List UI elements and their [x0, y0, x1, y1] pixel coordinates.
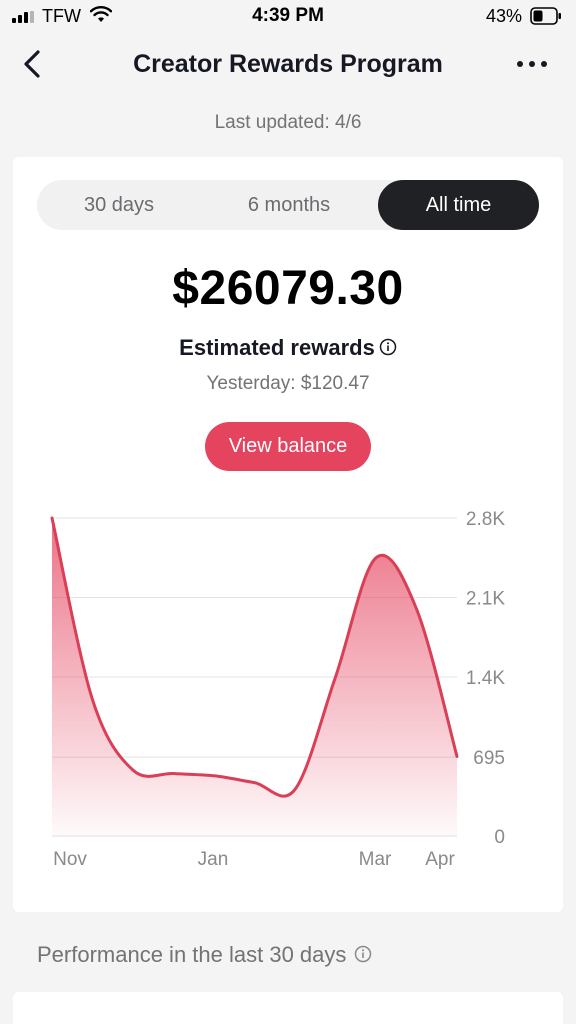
status-bar: TFW 4:39 PM 43% [0, 0, 576, 32]
last-updated-text: Last updated: 4/6 [214, 112, 362, 133]
y-tick-label: 695 [473, 748, 505, 769]
rewards-card: 30 days 6 months All time $26079.30 Esti… [13, 157, 563, 912]
rewards-chart: 2.8K 2.1K 1.4K 695 0 Nov Jan Mar Apr [50, 509, 505, 870]
y-tick-label: 2.1K [466, 589, 505, 610]
y-tick-label: 1.4K [466, 668, 505, 689]
y-tick-label: 0 [494, 827, 505, 848]
performance-heading: Performance in the last 30 days [37, 942, 372, 968]
page-title: Creator Rewards Program [133, 50, 443, 78]
x-tick-label: Apr [425, 849, 455, 870]
performance-info-icon[interactable] [354, 945, 372, 963]
more-dots-icon[interactable] [512, 54, 552, 74]
x-tick-label: Nov [53, 849, 87, 870]
battery-icon [530, 7, 561, 25]
y-tick-label: 2.8K [466, 509, 505, 530]
nav-bar: Creator Rewards Program [0, 36, 576, 94]
x-tick-label: Mar [359, 849, 392, 870]
battery-percent: 43% [486, 6, 523, 26]
performance-heading-label: Performance in the last 30 days [37, 942, 347, 967]
x-tick-label: Jan [198, 849, 229, 870]
performance-card [13, 992, 563, 1024]
